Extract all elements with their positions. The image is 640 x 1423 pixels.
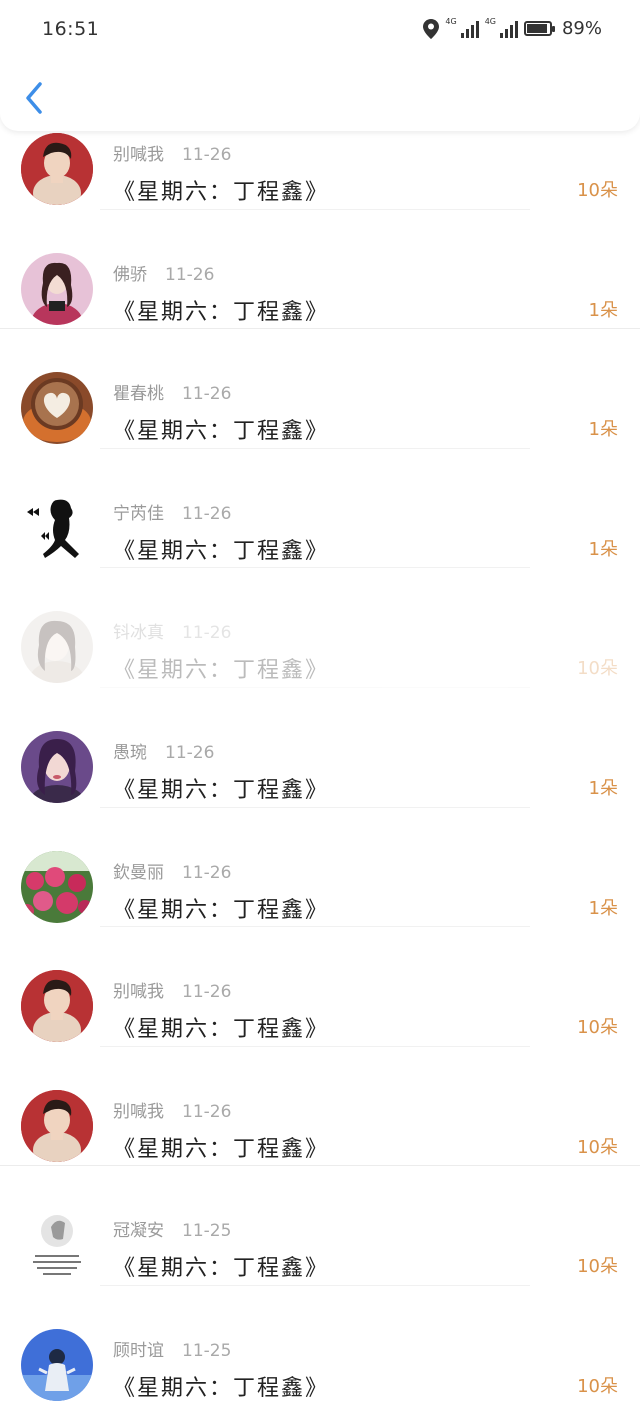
- flower-count: 10朵: [577, 1017, 618, 1039]
- item-date: 11-26: [182, 623, 232, 644]
- item-meta: 愚琬 11-26: [113, 738, 214, 763]
- item-title: 《星期六：丁程鑫》: [113, 1017, 330, 1043]
- item-meta: 顾时谊 11-25: [113, 1336, 231, 1361]
- user-name[interactable]: 别喊我: [113, 145, 164, 165]
- user-name[interactable]: 别喊我: [113, 982, 164, 1002]
- item-meta: 欽曼丽 11-26: [113, 858, 231, 883]
- item-meta: 钭冰真 11-26: [113, 618, 231, 643]
- battery-icon: [523, 21, 555, 36]
- item-title: 《星期六：丁程鑫》: [113, 180, 330, 205]
- avatar[interactable]: [21, 730, 93, 803]
- item-date: 11-26: [165, 742, 215, 763]
- user-name[interactable]: 佛骄: [113, 265, 147, 285]
- item-title: 《星期六：丁程鑫》: [113, 897, 330, 923]
- avatar[interactable]: [21, 1089, 93, 1162]
- avatar[interactable]: [21, 252, 93, 325]
- avatar[interactable]: [21, 970, 93, 1043]
- gift-list: 别喊我 11-26 《星期六：丁程鑫》 10朵 佛骄 11-26 《星期六：丁程鑫》 1朵 瞿春…: [0, 90, 640, 1406]
- avatar[interactable]: [21, 1328, 93, 1401]
- item-meta: 别喊我 11-26: [113, 140, 231, 165]
- item-date: 11-25: [182, 1221, 232, 1242]
- item-title: 《星期六：丁程鑫》: [113, 1256, 330, 1282]
- flower-count: 1朵: [588, 897, 618, 919]
- user-name[interactable]: 瞿春桃: [113, 384, 164, 404]
- user-name[interactable]: 别喊我: [113, 1102, 164, 1122]
- item-title: 《星期六：丁程鑫》: [113, 1375, 330, 1401]
- screen: 别喊我 11-26 《星期六：丁程鑫》 10朵 佛骄 11-26 《星期六：丁程鑫》 1朵 瞿春…: [0, 0, 640, 1423]
- user-name[interactable]: 欽曼丽: [113, 863, 164, 883]
- item-date: 11-25: [182, 1340, 232, 1361]
- flower-count: 1朵: [588, 777, 618, 799]
- user-name[interactable]: 冠凝安: [113, 1221, 164, 1241]
- user-name[interactable]: 顾时谊: [113, 1341, 164, 1361]
- list-item[interactable]: 顾时谊 11-25 《星期六：丁程鑫》 10朵: [0, 1286, 640, 1406]
- item-meta: 瞿春桃 11-26: [113, 379, 231, 404]
- network-type-2: 4G: [484, 17, 496, 26]
- chevron-left-icon: [26, 82, 42, 114]
- list-item[interactable]: 宁芮佳 11-26 《星期六：丁程鑫》 1朵: [0, 449, 640, 569]
- location-icon: [423, 18, 440, 39]
- item-meta: 别喊我 11-26: [113, 1097, 231, 1122]
- signal-icon: [499, 20, 518, 38]
- top-bar: 16:51 4G 4G 89%: [0, 0, 640, 131]
- list-item[interactable]: 别喊我 11-26 《星期六：丁程鑫》 10朵: [0, 927, 640, 1047]
- avatar[interactable]: [21, 611, 93, 684]
- item-title: 《星期六：丁程鑫》: [113, 299, 330, 325]
- avatar[interactable]: [21, 133, 93, 205]
- item-date: 11-26: [182, 1101, 232, 1122]
- avatar[interactable]: [21, 491, 93, 564]
- status-icons: 4G 4G 89%: [423, 18, 602, 39]
- flower-count: 1朵: [588, 538, 618, 560]
- list-item[interactable]: 佛骄 11-26 《星期六：丁程鑫》 1朵: [0, 210, 640, 330]
- item-date: 11-26: [182, 862, 232, 883]
- item-date: 11-26: [182, 384, 232, 405]
- avatar[interactable]: [21, 1209, 93, 1282]
- item-meta: 宁芮佳 11-26: [113, 499, 231, 524]
- flower-count: 10朵: [577, 658, 618, 680]
- item-date: 11-26: [182, 982, 232, 1003]
- list-item[interactable]: 欽曼丽 11-26 《星期六：丁程鑫》 1朵: [0, 808, 640, 928]
- item-title: 《星期六：丁程鑫》: [113, 777, 330, 803]
- battery-fill: [526, 24, 547, 33]
- item-date: 11-26: [182, 503, 232, 524]
- flower-count: 1朵: [588, 299, 618, 321]
- item-date: 11-26: [182, 145, 232, 165]
- status-time: 16:51: [42, 18, 100, 40]
- avatar[interactable]: [21, 372, 93, 445]
- item-date: 11-26: [165, 264, 215, 285]
- user-name[interactable]: 钭冰真: [113, 623, 164, 643]
- flower-count: 1朵: [588, 419, 618, 441]
- item-title: 《星期六：丁程鑫》: [113, 419, 330, 445]
- item-meta: 别喊我 11-26: [113, 977, 231, 1002]
- signal-icon: [460, 20, 479, 38]
- item-title: 《星期六：丁程鑫》: [113, 1136, 330, 1162]
- flower-count: 10朵: [577, 1375, 618, 1397]
- user-name[interactable]: 宁芮佳: [113, 504, 164, 524]
- item-meta: 佛骄 11-26: [113, 260, 214, 285]
- list-item[interactable]: 瞿春桃 11-26 《星期六：丁程鑫》 1朵: [0, 329, 640, 449]
- user-name[interactable]: 愚琬: [113, 743, 147, 763]
- battery-percent: 89%: [561, 18, 602, 39]
- back-button[interactable]: [20, 78, 50, 118]
- list-item[interactable]: 别喊我 11-26 《星期六：丁程鑫》 10朵: [0, 1047, 640, 1167]
- list-item[interactable]: 钭冰真 11-26 《星期六：丁程鑫》 10朵: [0, 568, 640, 688]
- flower-count: 10朵: [577, 180, 618, 201]
- list-item[interactable]: 冠凝安 11-25 《星期六：丁程鑫》 10朵: [0, 1166, 640, 1286]
- item-meta: 冠凝安 11-25: [113, 1216, 231, 1241]
- flower-count: 10朵: [577, 1256, 618, 1278]
- network-type-1: 4G: [445, 17, 457, 26]
- avatar[interactable]: [21, 850, 93, 923]
- list-item[interactable]: 愚琬 11-26 《星期六：丁程鑫》 1朵: [0, 688, 640, 808]
- item-title: 《星期六：丁程鑫》: [113, 658, 330, 684]
- flower-count: 10朵: [577, 1136, 618, 1158]
- item-title: 《星期六：丁程鑫》: [113, 538, 330, 564]
